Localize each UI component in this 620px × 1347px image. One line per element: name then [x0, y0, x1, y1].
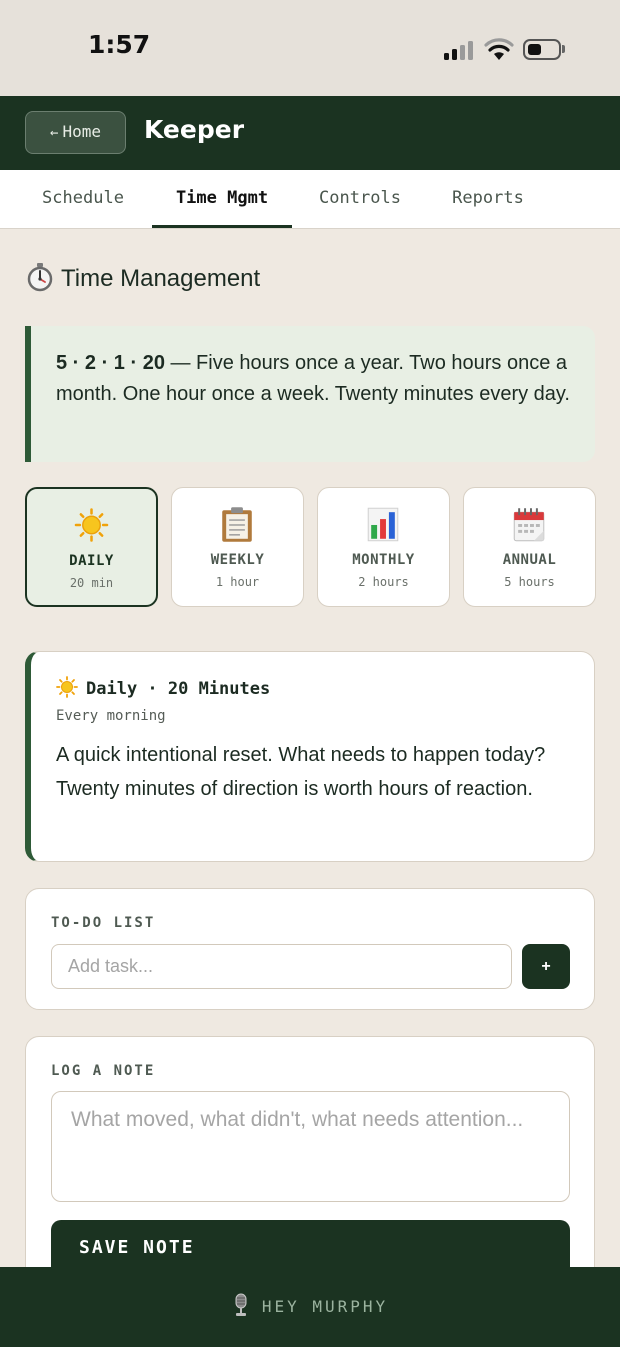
add-task-input[interactable] — [51, 944, 512, 989]
period-card-daily[interactable]: DAILY 20 min — [25, 487, 158, 607]
tab-time-mgmt[interactable]: Time Mgmt — [152, 170, 292, 229]
tab-reports[interactable]: Reports — [430, 170, 546, 229]
bar-chart-icon — [367, 507, 399, 542]
period-duration: 5 hours — [504, 575, 555, 589]
period-duration: 20 min — [69, 576, 114, 590]
microphone-icon — [235, 1293, 247, 1316]
tab-controls[interactable]: Controls — [300, 170, 420, 229]
period-name: ANNUAL — [502, 552, 557, 568]
period-detail-card: Daily · 20 Minutes Every morning A quick… — [25, 651, 595, 862]
period-card-weekly[interactable]: WEEKLY 1 hour — [171, 487, 304, 607]
add-task-button[interactable]: + — [522, 944, 570, 989]
hey-murphy-label: HEY MURPHY — [261, 1297, 389, 1316]
calendar-icon — [513, 508, 545, 542]
status-bar: 1:57 — [0, 0, 620, 96]
home-button[interactable]: ← Home — [25, 111, 126, 154]
period-name: DAILY — [69, 553, 114, 569]
home-button-label: Home — [62, 122, 101, 141]
hey-murphy-button[interactable]: HEY MURPHY — [0, 1267, 620, 1347]
sun-icon — [74, 508, 109, 542]
sun-icon — [56, 676, 78, 698]
detail-title-text: Daily · 20 Minutes — [86, 679, 271, 699]
detail-description: A quick intentional reset. What needs to… — [56, 744, 546, 800]
principle-formula: 5 · 2 · 1 · 20 — [56, 352, 165, 374]
todo-list-card: TO-DO LIST + — [25, 888, 595, 1010]
page-title-text: Time Management — [61, 265, 261, 292]
battery-icon — [523, 39, 561, 60]
active-tab-indicator — [152, 225, 292, 228]
period-card-monthly[interactable]: MONTHLY 2 hours — [317, 487, 450, 607]
principle-callout: 5 · 2 · 1 · 20 — Five hours once a year.… — [25, 326, 595, 462]
clipboard-icon — [222, 507, 252, 542]
page-title: Time Management — [25, 262, 260, 293]
cellular-signal-icon — [444, 40, 476, 60]
tab-bar: Schedule Time Mgmt Controls Reports — [0, 170, 620, 229]
todo-list-label: TO-DO LIST — [51, 915, 156, 931]
back-arrow-icon: ← — [50, 125, 59, 141]
period-name: MONTHLY — [352, 552, 415, 568]
stopwatch-icon — [27, 263, 53, 292]
period-duration: 1 hour — [215, 575, 260, 589]
period-card-annual[interactable]: ANNUAL 5 hours — [463, 487, 596, 607]
app-header: ← Home Keeper — [0, 96, 620, 170]
app-title: Keeper — [144, 115, 245, 144]
status-time: 1:57 — [88, 30, 151, 59]
log-note-label: LOG A NOTE — [51, 1063, 156, 1079]
note-textarea[interactable] — [51, 1091, 570, 1202]
period-name: WEEKLY — [210, 552, 265, 568]
period-duration: 2 hours — [358, 575, 409, 589]
detail-subtitle: Every morning — [56, 708, 166, 724]
wifi-icon — [484, 38, 514, 60]
voice-assistant-bar[interactable]: HEY MURPHY — [0, 1267, 620, 1347]
tab-schedule[interactable]: Schedule — [22, 170, 144, 229]
battery-cap — [562, 45, 565, 53]
detail-title: Daily · 20 Minutes — [56, 676, 270, 699]
